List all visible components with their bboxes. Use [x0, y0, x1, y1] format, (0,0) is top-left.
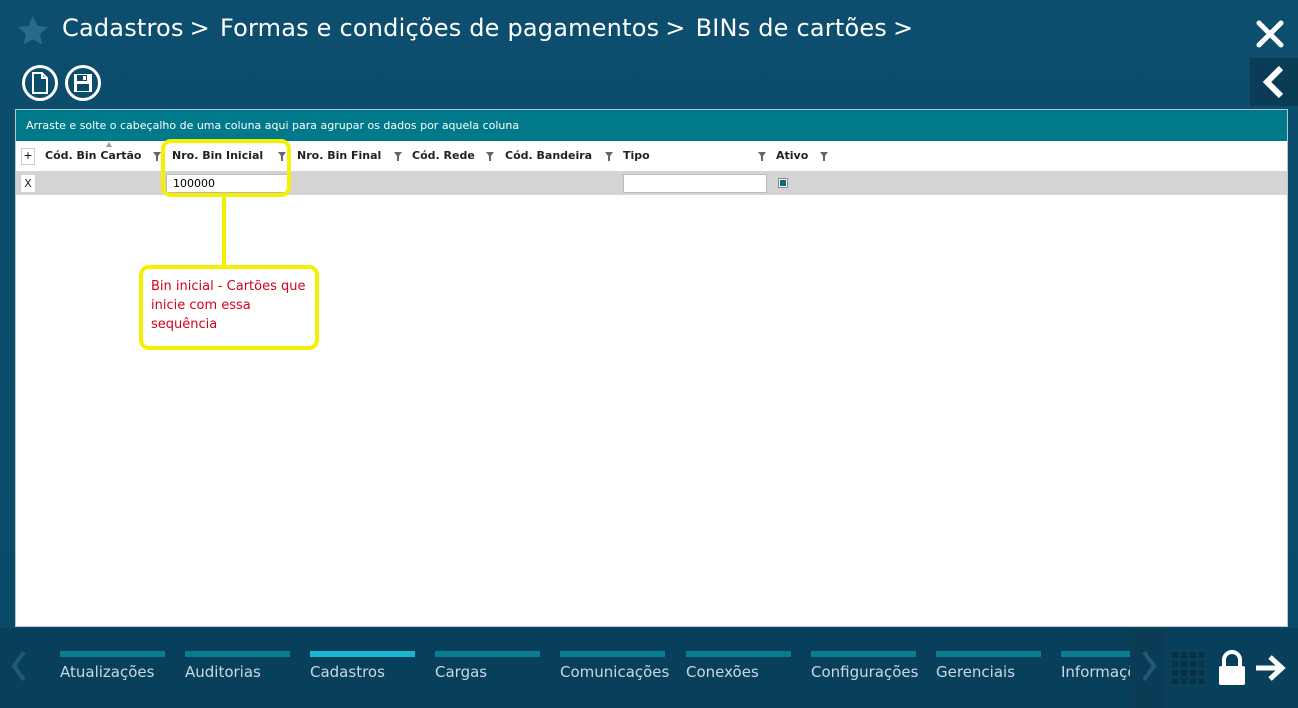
new-button[interactable] — [22, 65, 58, 101]
save-icon — [74, 74, 92, 92]
tab-label: Cargas — [435, 663, 488, 681]
tipo-select[interactable] — [623, 174, 767, 193]
tab-indicator — [936, 651, 1041, 657]
column-header-nro-bin-final[interactable]: Nro. Bin Final — [297, 141, 381, 171]
collapse-panel-button[interactable] — [1250, 58, 1298, 106]
filter-icon[interactable] — [820, 152, 828, 161]
column-header-tipo[interactable]: Tipo — [623, 141, 650, 171]
tab-cargas[interactable]: Cargas — [435, 651, 541, 691]
filter-icon[interactable] — [394, 152, 402, 161]
breadcrumb-item-bins-cartoes[interactable]: BINs de cartões — [696, 14, 887, 42]
breadcrumb-separator-icon: > — [665, 14, 686, 42]
bottom-navigation: Atualizações Auditorias Cadastros Cargas… — [0, 628, 1298, 708]
tab-indicator — [185, 651, 290, 657]
chevron-right-icon[interactable] — [1136, 646, 1160, 686]
column-header-cod-rede[interactable]: Cód. Rede — [412, 141, 475, 171]
breadcrumb-separator-icon: > — [189, 14, 210, 42]
tab-indicator — [560, 651, 665, 657]
tab-label: Gerenciais — [936, 663, 1016, 681]
tab-cadastros[interactable]: Cadastros — [310, 651, 416, 691]
breadcrumb-item-cadastros[interactable]: Cadastros — [62, 14, 184, 42]
column-header-cod-bandeira[interactable]: Cód. Bandeira — [505, 141, 592, 171]
tab-label: Comunicações — [560, 663, 670, 681]
breadcrumb-item-formas-pagamento[interactable]: Formas e condições de pagamentos — [220, 14, 659, 42]
filter-icon[interactable] — [153, 152, 161, 161]
tab-configuracoes[interactable]: Configurações — [811, 651, 919, 691]
tab-label: Atualizações — [60, 663, 155, 681]
tab-label: Cadastros — [310, 663, 385, 681]
tab-auditorias[interactable]: Auditorias — [185, 651, 291, 691]
tab-gerenciais[interactable]: Gerenciais — [936, 651, 1042, 691]
module-tabs: Atualizações Auditorias Cadastros Cargas… — [60, 628, 1130, 708]
close-icon[interactable] — [1254, 18, 1286, 50]
tab-label: Configurações — [811, 663, 919, 681]
breadcrumb: Cadastros > Formas e condições de pagame… — [62, 14, 923, 42]
tab-indicator — [435, 651, 540, 657]
breadcrumb-separator-icon: > — [893, 14, 914, 42]
apps-grid-icon[interactable] — [1172, 652, 1204, 684]
filter-icon[interactable] — [605, 152, 613, 161]
app-window: Cadastros > Formas e condições de pagame… — [0, 0, 1298, 628]
annotation-callout: Bin inicial - Cartões que inicie com ess… — [139, 265, 319, 350]
tab-indicator — [811, 651, 916, 657]
column-header-cod-bin-cartao[interactable]: Cód. Bin Cartão — [45, 141, 142, 171]
column-header-ativo[interactable]: Ativo — [776, 141, 808, 171]
group-by-hint[interactable]: Arraste e solte o cabeçalho de uma colun… — [16, 110, 1287, 141]
tab-label: Conexões — [686, 663, 759, 681]
save-button[interactable] — [65, 65, 101, 101]
favorite-star-icon[interactable] — [16, 14, 50, 48]
tab-indicator — [1061, 651, 1130, 657]
tab-comunicacoes[interactable]: Comunicações — [560, 651, 670, 691]
filter-icon[interactable] — [758, 152, 766, 161]
filter-icon[interactable] — [486, 152, 494, 161]
lock-icon[interactable] — [1216, 650, 1248, 686]
chevron-left-icon — [1262, 65, 1284, 99]
tab-conexoes[interactable]: Conexões — [686, 651, 792, 691]
add-row-button[interactable]: + — [21, 148, 35, 165]
new-document-icon — [32, 72, 48, 94]
sort-indicator-icon — [106, 142, 112, 147]
tab-label: Auditorias — [185, 663, 261, 681]
annotation-connector — [222, 197, 226, 267]
chevron-left-icon[interactable] — [8, 646, 32, 686]
annotation-highlight-box — [161, 139, 291, 197]
ativo-checkbox[interactable] — [778, 178, 788, 188]
tab-indicator — [310, 651, 415, 657]
tab-atualizacoes[interactable]: Atualizações — [60, 651, 166, 691]
tab-indicator — [60, 651, 165, 657]
tab-informacoes[interactable]: Informações — [1061, 651, 1130, 691]
tab-label: Informações — [1061, 663, 1130, 681]
logout-arrow-icon[interactable] — [1254, 654, 1286, 682]
tab-indicator — [686, 651, 791, 657]
remove-row-button[interactable]: X — [21, 175, 35, 192]
